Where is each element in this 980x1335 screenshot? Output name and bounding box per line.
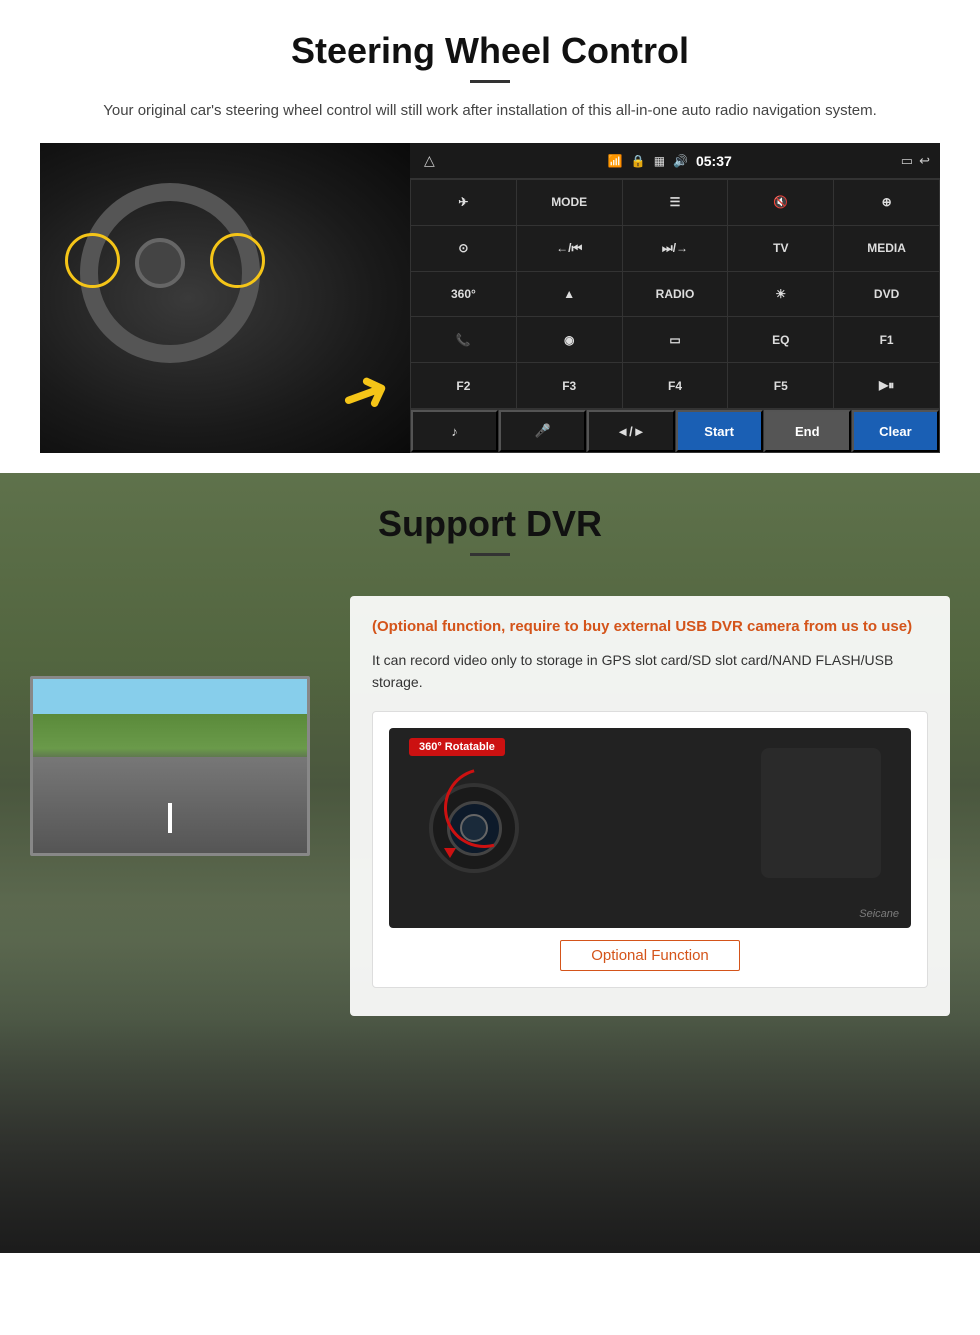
steering-bg: ➜ — [40, 143, 410, 453]
btn-music[interactable]: ♪ — [411, 410, 498, 452]
radio-bottom-row: ♪ 🎤 ◄/► Start End Clear — [410, 409, 940, 453]
sim-icon: ▦ — [654, 154, 665, 168]
optional-function-button[interactable]: Optional Function — [560, 940, 740, 971]
dvr-thumbnail-container — [30, 676, 330, 856]
btn-f2[interactable]: F2 — [411, 363, 516, 408]
dvr-title: Support DVR — [40, 503, 940, 545]
steering-container: ➜ △ 📶 🔒 ▦ 🔊 05:37 ▭ ↩ — [40, 143, 940, 453]
camera-visual: 360° Rotatable Seicane — [389, 728, 911, 928]
btn-voladjust[interactable]: ◄/► — [587, 410, 674, 452]
btn-dvd[interactable]: DVD — [834, 272, 939, 317]
camera-body — [761, 748, 881, 878]
btn-360[interactable]: 360° — [411, 272, 516, 317]
dvr-info-box: (Optional function, require to buy exter… — [350, 596, 950, 1016]
back-icon[interactable]: ↩ — [919, 153, 930, 169]
yellow-circle-right — [210, 233, 265, 288]
dvr-header: Support DVR — [0, 473, 980, 556]
rotate-arrow-tip — [444, 848, 456, 858]
btn-screen[interactable]: ▭ — [623, 317, 728, 362]
btn-internet[interactable]: ◉ — [517, 317, 622, 362]
btn-clear[interactable]: Clear — [852, 410, 939, 452]
lock-icon: 🔒 — [631, 154, 646, 168]
btn-apps[interactable]: ⊕ — [834, 180, 939, 225]
btn-f3[interactable]: F3 — [517, 363, 622, 408]
btn-playpause[interactable]: ▶⏸ — [834, 363, 939, 408]
btn-phone[interactable]: 📞 — [411, 317, 516, 362]
btn-menu[interactable]: ☰ — [623, 180, 728, 225]
steering-photo: ➜ — [40, 143, 410, 453]
dvr-divider — [470, 553, 510, 556]
dvr-optional-notice: (Optional function, require to buy exter… — [372, 616, 928, 639]
topbar-right: ▭ ↩ — [901, 153, 930, 169]
btn-settings[interactable]: ⊙ — [411, 226, 516, 271]
btn-f4[interactable]: F4 — [623, 363, 728, 408]
wifi-icon: 📶 — [608, 154, 623, 168]
btn-mute[interactable]: 🔇 — [728, 180, 833, 225]
btn-radio[interactable]: RADIO — [623, 272, 728, 317]
radio-topbar: △ 📶 🔒 ▦ 🔊 05:37 ▭ ↩ — [410, 143, 940, 179]
dvr-main-content: (Optional function, require to buy exter… — [0, 566, 980, 1046]
btn-f1[interactable]: F1 — [834, 317, 939, 362]
btn-eq[interactable]: EQ — [728, 317, 833, 362]
btn-start[interactable]: Start — [676, 410, 763, 452]
topbar-left: △ — [420, 150, 439, 171]
seicane-watermark: Seicane — [859, 908, 899, 920]
steering-section: Steering Wheel Control Your original car… — [0, 0, 980, 473]
time-display: 05:37 — [696, 153, 732, 169]
steering-title: Steering Wheel Control — [40, 30, 940, 72]
arrow-overlay: ➜ — [331, 356, 399, 430]
title-divider — [470, 80, 510, 83]
radio-button-grid: ✈ MODE ☰ 🔇 ⊕ ⊙ ←/⏮ ⏭/→ TV MEDIA 360° ▲ R… — [410, 179, 940, 409]
dvr-description-text: It can record video only to storage in G… — [372, 649, 928, 694]
dvr-thumbnail — [30, 676, 310, 856]
window-icon[interactable]: ▭ — [901, 153, 913, 169]
btn-tv[interactable]: TV — [728, 226, 833, 271]
btn-f5[interactable]: F5 — [728, 363, 833, 408]
sw-hub — [135, 238, 185, 288]
home-icon: △ — [420, 150, 439, 171]
sound-icon: 🔊 — [673, 154, 688, 168]
btn-next[interactable]: ⏭/→ — [623, 226, 728, 271]
topbar-center: 📶 🔒 ▦ 🔊 05:37 — [608, 153, 732, 169]
btn-media[interactable]: MEDIA — [834, 226, 939, 271]
radio-ui-panel: △ 📶 🔒 ▦ 🔊 05:37 ▭ ↩ ✈ MODE — [410, 143, 940, 453]
btn-mode[interactable]: MODE — [517, 180, 622, 225]
dvr-section: Support DVR (Optional function, require … — [0, 473, 980, 1253]
rotate-badge: 360° Rotatable — [409, 738, 505, 756]
btn-eject[interactable]: ▲ — [517, 272, 622, 317]
steering-wheel-sim — [70, 173, 270, 393]
dvr-thumb-lane-line — [168, 803, 172, 833]
yellow-circle-left — [65, 233, 120, 288]
btn-brightness[interactable]: ☀ — [728, 272, 833, 317]
camera-product-box: 360° Rotatable Seicane Optional — [372, 711, 928, 988]
btn-prev[interactable]: ←/⏮ — [517, 226, 622, 271]
btn-mic[interactable]: 🎤 — [499, 410, 586, 452]
btn-end[interactable]: End — [764, 410, 851, 452]
btn-navigate[interactable]: ✈ — [411, 180, 516, 225]
steering-subtitle: Your original car's steering wheel contr… — [80, 99, 900, 123]
